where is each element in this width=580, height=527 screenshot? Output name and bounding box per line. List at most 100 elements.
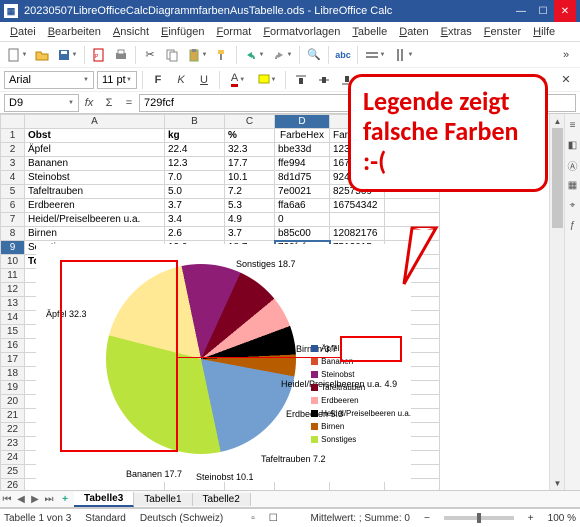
row-header[interactable]: 1 <box>1 129 25 143</box>
sheet-tab-tabelle2[interactable]: Tabelle2 <box>193 493 251 506</box>
copy-button[interactable] <box>162 45 182 65</box>
cell[interactable]: kg <box>165 129 225 143</box>
sheet-tab-tabelle1[interactable]: Tabelle1 <box>134 493 192 506</box>
cell[interactable] <box>385 213 440 227</box>
align-middle-button[interactable] <box>314 70 334 90</box>
row-header[interactable]: 19 <box>1 381 25 395</box>
scroll-up-button[interactable]: ▲ <box>550 114 565 128</box>
row-header[interactable]: 26 <box>1 479 25 491</box>
bold-button[interactable]: F <box>148 70 168 90</box>
col-ops-button[interactable]: ▼ <box>390 45 416 65</box>
status-selection-mode[interactable]: ▫ <box>251 513 255 524</box>
menu-format[interactable]: Format <box>210 24 257 40</box>
toolbar-overflow[interactable]: » <box>556 45 576 65</box>
new-doc-button[interactable]: ▼ <box>4 45 30 65</box>
maximize-button[interactable]: ☐ <box>532 0 554 22</box>
cell[interactable]: FarbeHex <box>275 129 330 143</box>
row-header[interactable]: 16 <box>1 339 25 353</box>
export-pdf-button[interactable]: P <box>89 45 109 65</box>
highlight-color-button[interactable]: ▼ <box>254 70 280 90</box>
cell[interactable]: 12.3 <box>165 157 225 171</box>
zoom-out-button[interactable]: − <box>424 513 430 524</box>
col-header-c[interactable]: C <box>225 115 275 129</box>
cell[interactable]: % <box>225 129 275 143</box>
cell[interactable]: bbe33d <box>275 143 330 157</box>
cell[interactable]: b85c00 <box>275 227 330 241</box>
sum-button[interactable]: Σ <box>99 93 119 113</box>
cell[interactable]: 5.3 <box>225 199 275 213</box>
find-button[interactable]: 🔍 <box>304 45 324 65</box>
cell[interactable]: 7e0021 <box>275 185 330 199</box>
vertical-scrollbar[interactable]: ▲ ▼ <box>549 114 564 490</box>
row-header[interactable]: 9 <box>1 241 25 255</box>
cell[interactable]: ffa6a6 <box>275 199 330 213</box>
cell[interactable]: 12082176 <box>330 227 385 241</box>
cell[interactable]: 17.7 <box>225 157 275 171</box>
sidebar-properties-icon[interactable]: ◧ <box>566 138 580 152</box>
tab-prev-button[interactable]: ◀ <box>14 494 28 505</box>
cell[interactable]: Äpfel <box>25 143 165 157</box>
menu-tabelle[interactable]: Tabelle <box>346 24 393 40</box>
row-header[interactable]: 21 <box>1 409 25 423</box>
zoom-slider[interactable] <box>444 516 514 520</box>
align-top-button[interactable] <box>291 70 311 90</box>
col-header-b[interactable]: B <box>165 115 225 129</box>
col-header-d[interactable]: D <box>275 115 330 129</box>
cell[interactable]: 7.2 <box>225 185 275 199</box>
equals-button[interactable]: = <box>119 93 139 113</box>
sidebar-menu-icon[interactable]: ≡ <box>566 118 580 132</box>
row-header[interactable]: 11 <box>1 269 25 283</box>
menu-ansicht[interactable]: Ansicht <box>107 24 155 40</box>
save-button[interactable]: ▼ <box>54 45 80 65</box>
underline-button[interactable]: U <box>194 70 214 90</box>
format-paint-button[interactable] <box>212 45 232 65</box>
menu-formatvorlagen[interactable]: Formatvorlagen <box>257 24 346 40</box>
zoom-value[interactable]: 100 % <box>548 513 576 524</box>
close-button[interactable]: ✕ <box>554 0 576 22</box>
cell[interactable]: Heidel/Preiselbeeren u.a. <box>25 213 165 227</box>
row-header[interactable]: 3 <box>1 157 25 171</box>
sidebar-functions-icon[interactable]: ƒ <box>566 218 580 232</box>
sheet-tab-tabelle3[interactable]: Tabelle3 <box>74 492 134 507</box>
row-header[interactable]: 20 <box>1 395 25 409</box>
paste-button[interactable]: ▼ <box>184 45 210 65</box>
menu-fenster[interactable]: Fenster <box>478 24 527 40</box>
row-header[interactable]: 5 <box>1 185 25 199</box>
italic-button[interactable]: K <box>171 70 191 90</box>
row-header[interactable]: 7 <box>1 213 25 227</box>
row-header[interactable]: 22 <box>1 423 25 437</box>
cell-reference-box[interactable]: D9▼ <box>4 94 79 112</box>
cell[interactable] <box>385 199 440 213</box>
cell[interactable]: 32.3 <box>225 143 275 157</box>
font-name-select[interactable]: Arial▼ <box>4 71 94 89</box>
cell[interactable]: 16754342 <box>330 199 385 213</box>
select-all-corner[interactable] <box>1 115 25 129</box>
row-header[interactable]: 24 <box>1 451 25 465</box>
cell[interactable]: Bananen <box>25 157 165 171</box>
sidebar-navigator-icon[interactable]: ⌖ <box>566 198 580 212</box>
tab-first-button[interactable]: ⏮ <box>0 494 14 505</box>
scroll-down-button[interactable]: ▼ <box>550 476 565 490</box>
cell[interactable]: Steinobst <box>25 171 165 185</box>
cell[interactable]: 0 <box>275 213 330 227</box>
status-language[interactable]: Deutsch (Schweiz) <box>140 513 223 524</box>
cell[interactable]: 5.0 <box>165 185 225 199</box>
status-style[interactable]: Standard <box>85 513 126 524</box>
row-header[interactable]: 12 <box>1 283 25 297</box>
menu-bearbeiten[interactable]: Bearbeiten <box>42 24 107 40</box>
cell[interactable]: Obst <box>25 129 165 143</box>
menu-extras[interactable]: Extras <box>435 24 478 40</box>
add-sheet-button[interactable]: + <box>56 494 74 505</box>
minimize-button[interactable]: — <box>510 0 532 22</box>
menu-daten[interactable]: Daten <box>393 24 434 40</box>
row-header[interactable]: 23 <box>1 437 25 451</box>
row-header[interactable]: 8 <box>1 227 25 241</box>
cell[interactable]: Erdbeeren <box>25 199 165 213</box>
sidebar-gallery-icon[interactable]: ▦ <box>566 178 580 192</box>
menu-hilfe[interactable]: Hilfe <box>527 24 561 40</box>
spellcheck-button[interactable]: abc <box>333 45 353 65</box>
menu-einfuegen[interactable]: Einfügen <box>155 24 210 40</box>
function-wizard-button[interactable]: fx <box>79 93 99 113</box>
row-header[interactable]: 25 <box>1 465 25 479</box>
cell[interactable]: Tafeltrauben <box>25 185 165 199</box>
